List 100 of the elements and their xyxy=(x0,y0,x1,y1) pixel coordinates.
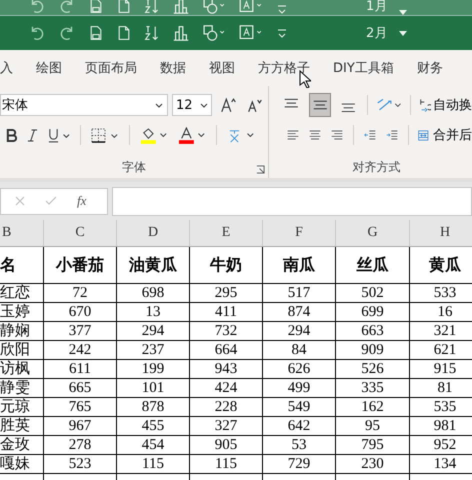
ribbon-tab[interactable]: 绘图 xyxy=(26,59,75,77)
formula-input[interactable] xyxy=(112,186,472,216)
ribbon-tab[interactable]: 视图 xyxy=(199,59,248,77)
ribbon-tab[interactable]: 财务 xyxy=(406,59,456,77)
table-cell: 金玫 xyxy=(0,436,44,454)
italic-icon[interactable] xyxy=(27,128,38,142)
group-label: 字体 xyxy=(122,158,146,176)
table-cell: 967 xyxy=(44,416,116,436)
table-cell: 454 xyxy=(116,436,190,454)
table-cell: 795 xyxy=(336,436,410,454)
vertical-align-icon[interactable] xyxy=(310,94,330,116)
bold-icon[interactable] xyxy=(6,128,17,142)
table-cell: 663 xyxy=(336,322,410,340)
table-cell: 欣阳 xyxy=(0,340,44,360)
sort-icon[interactable] xyxy=(144,0,160,15)
header-cell: 小番茄 xyxy=(44,246,116,284)
merge-center-icon[interactable] xyxy=(418,128,429,142)
font-name-field[interactable]: 宋体 xyxy=(0,94,168,116)
ribbon-tab[interactable]: 页面布局 xyxy=(75,59,150,77)
table-cell: 胜英 xyxy=(0,416,44,436)
table-cell: 424 xyxy=(190,378,262,398)
align-right-icon[interactable] xyxy=(331,128,343,142)
sort-icon[interactable] xyxy=(144,24,160,42)
table-cell: 访枫 xyxy=(0,360,44,378)
table-cell: 237 xyxy=(116,340,190,360)
font-color-icon[interactable] xyxy=(178,126,206,144)
column-header[interactable]: B xyxy=(0,220,44,246)
customize-icon[interactable] xyxy=(276,27,288,39)
workbook-title[interactable]: 1月 xyxy=(366,0,388,15)
column-header[interactable]: C xyxy=(44,220,116,246)
table-cell: 278 xyxy=(44,436,116,454)
table-cell: 84 xyxy=(262,340,336,360)
table-cell: 517 xyxy=(262,284,336,302)
header-cell: 丝瓜 xyxy=(336,246,410,284)
group-label: 对齐方式 xyxy=(352,158,400,176)
text-box-icon[interactable] xyxy=(238,0,264,15)
document-icon[interactable] xyxy=(116,0,132,15)
column-header[interactable]: H xyxy=(410,220,472,246)
column-header[interactable]: E xyxy=(190,220,262,246)
table-cell: 455 xyxy=(116,416,190,436)
table-cell: 502 xyxy=(336,284,410,302)
table-cell: 523 xyxy=(44,454,116,474)
column-header[interactable]: G xyxy=(336,220,410,246)
wrap-text-button[interactable]: 自动换 xyxy=(433,96,472,114)
header-cell: 南瓜 xyxy=(262,246,336,284)
dialog-launcher-icon[interactable] xyxy=(256,165,265,174)
table-cell: 115 xyxy=(116,454,190,474)
merge-button[interactable]: 合并后 xyxy=(433,126,472,144)
header-cell: 牛奶 xyxy=(190,246,262,284)
table-cell: 732 xyxy=(190,322,262,340)
header-cell: 名 xyxy=(0,246,44,284)
insert-function-button[interactable]: fx xyxy=(77,193,86,209)
caret-icon[interactable] xyxy=(200,102,208,108)
increase-font-icon[interactable] xyxy=(220,96,238,114)
ribbon-tab[interactable]: 入 xyxy=(0,59,26,77)
shapes-icon[interactable] xyxy=(202,24,226,42)
table-cell: 53 xyxy=(262,436,336,454)
caret-icon[interactable] xyxy=(155,102,163,108)
underline-icon[interactable] xyxy=(48,128,70,142)
bar-chart-icon[interactable] xyxy=(172,0,190,15)
table-cell: 元琼 xyxy=(0,398,44,416)
increase-indent-icon[interactable] xyxy=(386,128,398,142)
table-cell: 526 xyxy=(336,360,410,378)
ribbon-tab[interactable]: 方方格子 xyxy=(248,59,323,77)
table-cell: 玉婷 xyxy=(0,302,44,322)
table-cell: 699 xyxy=(336,302,410,322)
table-cell: 377 xyxy=(44,322,116,340)
document-icon[interactable] xyxy=(116,24,132,42)
column-header[interactable]: D xyxy=(116,220,190,246)
table-cell: 642 xyxy=(262,416,336,436)
align-left-icon[interactable] xyxy=(287,128,299,142)
shapes-icon[interactable] xyxy=(202,0,226,15)
bar-chart-icon[interactable] xyxy=(172,24,190,42)
table-cell: 626 xyxy=(262,360,336,378)
table-cell: 611 xyxy=(44,360,116,378)
table-cell: 294 xyxy=(262,322,336,340)
table-cell: 698 xyxy=(116,284,190,302)
table-cell: 静娴 xyxy=(0,322,44,340)
ribbon-tab[interactable]: 数据 xyxy=(150,59,199,77)
table-cell: 670 xyxy=(44,302,116,322)
table-cell: 静雯 xyxy=(0,378,44,398)
table-cell: 242 xyxy=(44,340,116,360)
text-box-icon[interactable] xyxy=(238,24,264,42)
align-center-icon[interactable] xyxy=(309,128,321,142)
ribbon-tab[interactable]: DIY工具箱 xyxy=(323,59,407,77)
table-cell: 665 xyxy=(44,378,116,398)
table-cell: 199 xyxy=(116,360,190,378)
fill-color-icon[interactable] xyxy=(140,126,168,144)
decrease-indent-icon[interactable] xyxy=(364,128,376,142)
table-cell: 765 xyxy=(44,398,116,416)
header-cell: 油黄瓜 xyxy=(116,246,190,284)
borders-icon[interactable] xyxy=(91,128,119,142)
font-size-field[interactable]: 12 xyxy=(172,94,212,116)
customize-icon[interactable] xyxy=(276,3,288,15)
workbook-title[interactable]: 2月 xyxy=(366,24,388,42)
table-cell: 664 xyxy=(190,340,262,360)
table-cell: 549 xyxy=(262,398,336,416)
table-cell: 327 xyxy=(190,416,262,436)
column-header[interactable]: F xyxy=(262,220,336,246)
table-cell: 878 xyxy=(116,398,190,416)
